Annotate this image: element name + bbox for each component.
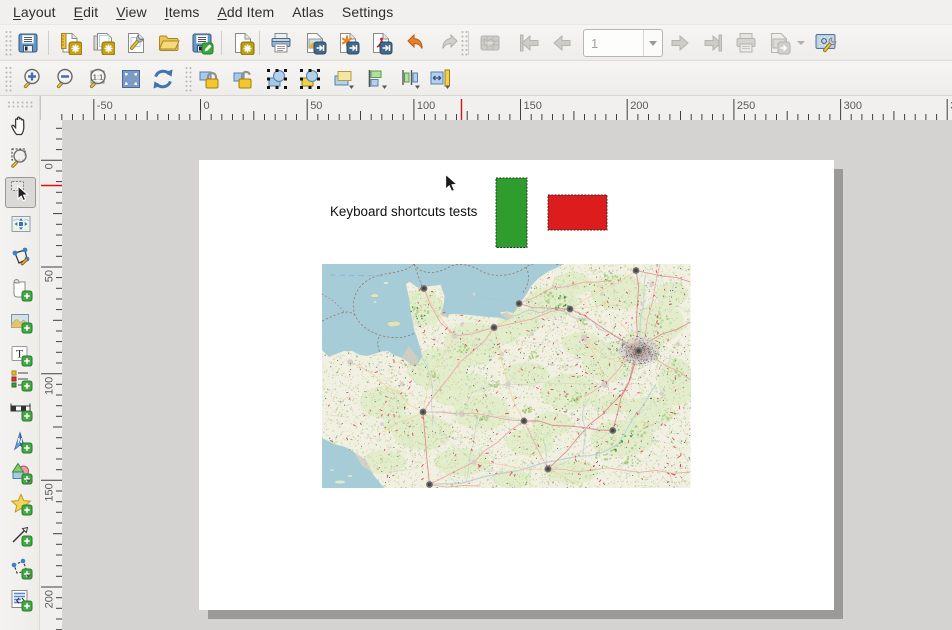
svg-text:200: 200 [630, 100, 648, 112]
svg-text:50: 50 [44, 270, 56, 282]
svg-text:250: 250 [737, 100, 755, 112]
svg-text:200: 200 [44, 590, 56, 608]
svg-text:-50: -50 [97, 100, 113, 112]
svg-text:300: 300 [844, 100, 862, 112]
svg-text:100: 100 [44, 377, 56, 395]
svg-text:0: 0 [204, 100, 210, 112]
svg-text:0: 0 [44, 163, 56, 169]
svg-text:150: 150 [44, 483, 56, 501]
svg-text:150: 150 [524, 100, 542, 112]
svg-text:100: 100 [417, 100, 435, 112]
svg-text:50: 50 [310, 100, 322, 112]
svg-text:1:1: 1:1 [93, 73, 103, 82]
